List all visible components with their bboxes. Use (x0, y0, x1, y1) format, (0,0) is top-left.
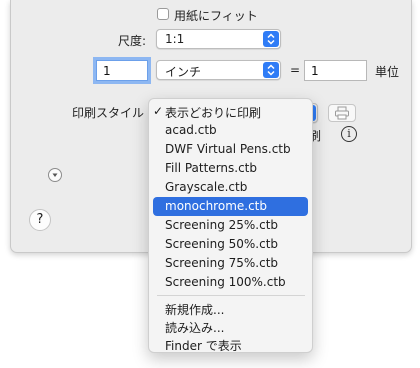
menu-item-print-as-displayed[interactable]: ✓ 表示どおりに印刷 (153, 102, 308, 121)
printer-icon (335, 106, 349, 120)
fit-to-paper-label: 用紙にフィット (174, 9, 258, 23)
menu-item-dwf-virtual-pens-ctb[interactable]: DWF Virtual Pens.ctb (153, 140, 308, 159)
scale-select-value: 1:1 (165, 32, 185, 46)
menu-item-screening-75-ctb[interactable]: Screening 75%.ctb (153, 254, 308, 273)
plot-style-label: 印刷スタイル (72, 106, 145, 120)
drawing-units-value: 1 (311, 64, 319, 78)
menu-item-screening-25-ctb[interactable]: Screening 25%.ctb (153, 216, 308, 235)
menu-item-monochrome-ctb[interactable]: monochrome.ctb (153, 197, 308, 216)
drawing-units-field[interactable]: 1 (304, 60, 367, 81)
edit-plot-style-button[interactable] (328, 104, 356, 122)
menu-item-new[interactable]: 新規作成... (153, 299, 308, 318)
info-icon[interactable]: i (341, 126, 357, 142)
menu-item-import[interactable]: 読み込み... (153, 317, 308, 336)
menu-item-show-in-finder[interactable]: Finder で表示 (153, 335, 308, 354)
equals-sign: = (290, 63, 301, 77)
checkmark-icon: ✓ (153, 104, 164, 118)
menu-item-acad-ctb[interactable]: acad.ctb (153, 121, 308, 140)
menu-item-screening-50-ctb[interactable]: Screening 50%.ctb (153, 235, 308, 254)
menu-item-grayscale-ctb[interactable]: Grayscale.ctb (153, 178, 308, 197)
updown-chevron-icon (263, 31, 279, 47)
menu-item-screening-100-ctb[interactable]: Screening 100%.ctb (153, 273, 308, 292)
units-value-field[interactable]: 1 (96, 60, 148, 81)
units-select-value: インチ (165, 65, 202, 79)
scale-label: 尺度: (118, 34, 147, 48)
scale-select[interactable]: 1:1 (156, 29, 281, 49)
units-value: 1 (103, 64, 111, 78)
drawing-units-label: 単位 (375, 65, 400, 79)
help-button[interactable]: ? (29, 209, 51, 231)
menu-item-fill-patterns-ctb[interactable]: Fill Patterns.ctb (153, 159, 308, 178)
updown-chevron-icon (263, 62, 279, 78)
menu-separator (157, 295, 305, 296)
plot-style-menu: ✓ 表示どおりに印刷 acad.ctb DWF Virtual Pens.ctb… (148, 98, 313, 353)
disclosure-chevron-icon[interactable] (48, 168, 62, 182)
fit-to-paper-checkbox[interactable] (157, 8, 169, 20)
units-select[interactable]: インチ (156, 60, 281, 80)
